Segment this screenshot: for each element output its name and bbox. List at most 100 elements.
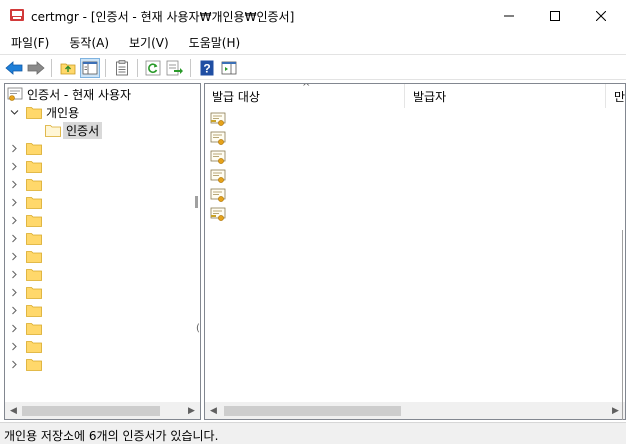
tree-label-personal: 개인용 bbox=[46, 106, 80, 120]
tree-item-store-folder[interactable] bbox=[5, 229, 200, 247]
back-button[interactable] bbox=[4, 58, 24, 78]
maximize-button[interactable] bbox=[532, 0, 578, 31]
column-header-issued-by[interactable]: 발급자 bbox=[406, 84, 606, 108]
tree-item-store-folder[interactable] bbox=[5, 139, 200, 157]
menu-help[interactable]: 도움말(H) bbox=[189, 34, 241, 51]
collapsed-chevron-icon[interactable] bbox=[9, 323, 19, 333]
tree-label-certificates: 인증서 bbox=[63, 122, 103, 139]
collapsed-chevron-icon[interactable] bbox=[9, 233, 19, 243]
up-one-level-button[interactable] bbox=[58, 58, 78, 78]
certificate-key-icon bbox=[210, 112, 226, 126]
show-hide-action-pane-button[interactable] bbox=[219, 58, 239, 78]
tree-item-store-folder[interactable] bbox=[5, 157, 200, 175]
tree-horizontal-scrollbar[interactable]: ◀ ▶ bbox=[5, 402, 200, 419]
tree-item-store-folder[interactable] bbox=[5, 211, 200, 229]
window-title: certmgr - [인증서 - 현재 사용자₩개인용₩인증서] bbox=[31, 10, 295, 24]
certificate-row[interactable] bbox=[205, 167, 625, 185]
tree-item-store-folder[interactable] bbox=[5, 319, 200, 337]
vertical-scroll-edge bbox=[622, 230, 623, 420]
splitter-indicator-icon: ( bbox=[196, 323, 200, 334]
tree-item-store-folder[interactable] bbox=[5, 283, 200, 301]
folder-icon bbox=[26, 161, 42, 173]
folder-icon bbox=[26, 359, 42, 371]
toolbar: ? bbox=[0, 54, 626, 80]
collapsed-chevron-icon[interactable] bbox=[9, 287, 19, 297]
tree-item-store-folder[interactable] bbox=[5, 301, 200, 319]
refresh-icon bbox=[145, 60, 161, 76]
collapsed-chevron-icon[interactable] bbox=[9, 215, 19, 225]
certificate-row[interactable] bbox=[205, 186, 625, 204]
certificate-icon bbox=[210, 150, 226, 164]
collapsed-chevron-icon[interactable] bbox=[9, 305, 19, 315]
scroll-thumb[interactable] bbox=[224, 406, 401, 416]
status-text: 개인용 저장소에 6개의 인증서가 있습니다. bbox=[4, 429, 219, 443]
maximize-icon bbox=[550, 10, 560, 21]
toolbar-separator bbox=[137, 59, 138, 77]
status-bar: 개인용 저장소에 6개의 인증서가 있습니다. bbox=[0, 422, 626, 444]
scroll-left-arrow-icon[interactable]: ◀ bbox=[205, 402, 222, 419]
certificate-icon bbox=[210, 169, 226, 183]
folder-icon bbox=[26, 341, 42, 353]
refresh-button[interactable] bbox=[143, 58, 163, 78]
collapsed-chevron-icon[interactable] bbox=[9, 341, 19, 351]
collapsed-chevron-icon[interactable] bbox=[9, 269, 19, 279]
menu-bar: 파일(F) 동작(A) 보기(V) 도움말(H) bbox=[0, 31, 626, 53]
certificate-key-icon bbox=[210, 207, 226, 221]
tree-item-store-folder[interactable] bbox=[5, 247, 200, 265]
certificate-row[interactable] bbox=[205, 205, 625, 223]
scroll-right-arrow-icon[interactable]: ▶ bbox=[183, 402, 200, 419]
column-header-issued-to[interactable]: 발급 대상 ^ bbox=[205, 84, 405, 108]
title-bar: certmgr - [인증서 - 현재 사용자₩개인용₩인증서] bbox=[0, 0, 626, 31]
certificate-list-pane[interactable]: 발급 대상 ^ 발급자 만 ◀ ▶ bbox=[204, 83, 626, 420]
folder-icon bbox=[26, 323, 42, 335]
collapsed-chevron-icon[interactable] bbox=[9, 143, 19, 153]
folder-icon bbox=[26, 305, 42, 317]
menu-file[interactable]: 파일(F) bbox=[11, 34, 49, 51]
tree-root-item[interactable]: 인증서 - 현재 사용자 bbox=[5, 85, 200, 103]
collapsed-chevron-icon[interactable] bbox=[9, 359, 19, 369]
collapsed-chevron-icon[interactable] bbox=[9, 251, 19, 261]
forward-button[interactable] bbox=[26, 58, 46, 78]
folder-open-icon bbox=[45, 125, 61, 137]
menu-action[interactable]: 동작(A) bbox=[69, 34, 109, 51]
close-button[interactable] bbox=[578, 0, 624, 31]
export-list-button[interactable] bbox=[165, 58, 185, 78]
minimize-icon bbox=[504, 15, 514, 16]
properties-button[interactable] bbox=[112, 58, 132, 78]
tree-item-personal[interactable]: 개인용 bbox=[5, 103, 200, 121]
certificate-icon bbox=[210, 131, 226, 145]
collapsed-chevron-icon[interactable] bbox=[9, 197, 19, 207]
scroll-thumb[interactable] bbox=[22, 406, 160, 416]
minimize-button[interactable] bbox=[486, 0, 532, 31]
tree-item-store-folder[interactable] bbox=[5, 193, 200, 211]
properties-icon bbox=[116, 60, 128, 76]
console-tree-pane[interactable]: 인증서 - 현재 사용자 개인용 인증서 ◀ ▶ bbox=[4, 83, 201, 420]
list-horizontal-scrollbar[interactable]: ◀ ▶ bbox=[205, 402, 625, 419]
column-issued-to-label: 발급 대상 bbox=[212, 89, 260, 104]
tree-item-store-folder[interactable] bbox=[5, 355, 200, 373]
certificate-store-icon bbox=[7, 87, 23, 101]
menu-view[interactable]: 보기(V) bbox=[129, 34, 169, 51]
column-header-expiration[interactable]: 만 bbox=[607, 84, 625, 108]
scroll-left-arrow-icon[interactable]: ◀ bbox=[5, 402, 22, 419]
folder-icon bbox=[26, 269, 42, 281]
tree-item-store-folder[interactable] bbox=[5, 337, 200, 355]
help-icon: ? bbox=[200, 60, 214, 76]
expanded-chevron-icon[interactable] bbox=[9, 107, 19, 117]
certificate-row[interactable] bbox=[205, 148, 625, 166]
up-folder-icon bbox=[60, 63, 76, 75]
folder-icon bbox=[26, 143, 42, 155]
tree-item-store-folder[interactable] bbox=[5, 265, 200, 283]
show-hide-console-tree-button[interactable] bbox=[80, 58, 100, 78]
tree-item-store-folder[interactable] bbox=[5, 175, 200, 193]
pane-splitter[interactable] bbox=[195, 196, 198, 208]
folder-icon bbox=[26, 107, 42, 119]
collapsed-chevron-icon[interactable] bbox=[9, 179, 19, 189]
help-button[interactable]: ? bbox=[197, 58, 217, 78]
tree-item-certificates[interactable]: 인증서 bbox=[5, 121, 200, 139]
certificate-row[interactable] bbox=[205, 129, 625, 147]
certificate-icon bbox=[210, 188, 226, 202]
certificate-row[interactable] bbox=[205, 110, 625, 128]
collapsed-chevron-icon[interactable] bbox=[9, 161, 19, 171]
certmgr-app-icon bbox=[10, 9, 24, 21]
